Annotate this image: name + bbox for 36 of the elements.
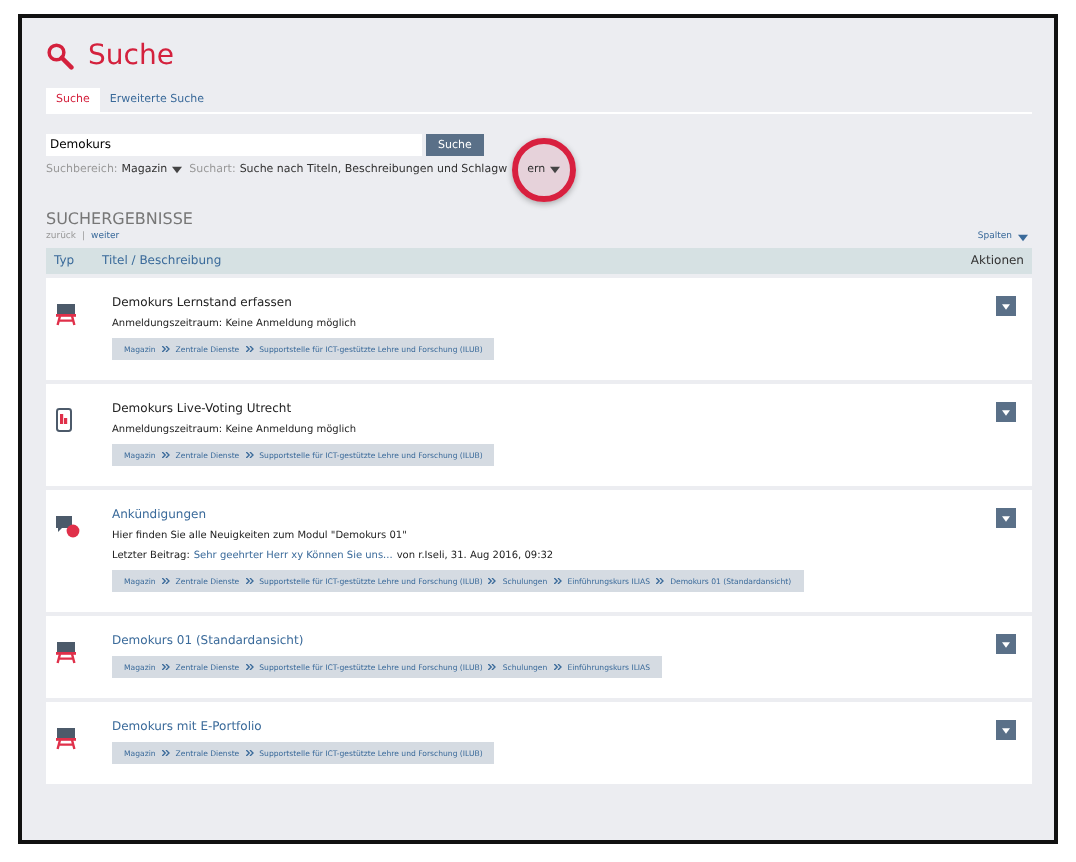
search-icon [46,42,74,70]
chevron-icon [161,452,170,458]
chevron-icon [161,578,170,584]
easel-icon [56,728,76,750]
chat-icon [56,516,80,538]
chevron-icon [245,664,254,670]
actions-dropdown-button[interactable] [996,720,1016,740]
chevron-icon [245,578,254,584]
actions-dropdown-button[interactable] [996,634,1016,654]
actions-dropdown-button[interactable] [996,296,1016,316]
chevron-icon [161,664,170,670]
phone-icon [56,408,72,432]
caret-icon [1018,233,1028,241]
chevron-icon [553,578,562,584]
chevron-icon [161,346,170,352]
caret-icon [171,166,182,174]
chevron-icon [656,578,665,584]
chevron-icon [488,578,497,584]
chevron-icon [553,664,562,670]
easel-icon [56,304,76,326]
caret-icon [1002,727,1010,733]
caret-icon [1002,409,1010,415]
chevron-icon [488,664,497,670]
actions-dropdown-button[interactable] [996,508,1016,528]
actions-dropdown-button[interactable] [996,402,1016,422]
caret-icon [1002,515,1010,521]
chevron-icon [161,750,170,756]
caret-icon [549,166,560,174]
chevron-icon [245,346,254,352]
page-title: Suche [88,40,174,72]
chevron-icon [245,750,254,756]
section-heading: SUCHERGEBNISSE [46,210,195,228]
easel-icon [56,642,76,664]
caret-icon [1002,303,1010,309]
caret-icon [1002,641,1010,647]
chevron-icon [245,452,254,458]
